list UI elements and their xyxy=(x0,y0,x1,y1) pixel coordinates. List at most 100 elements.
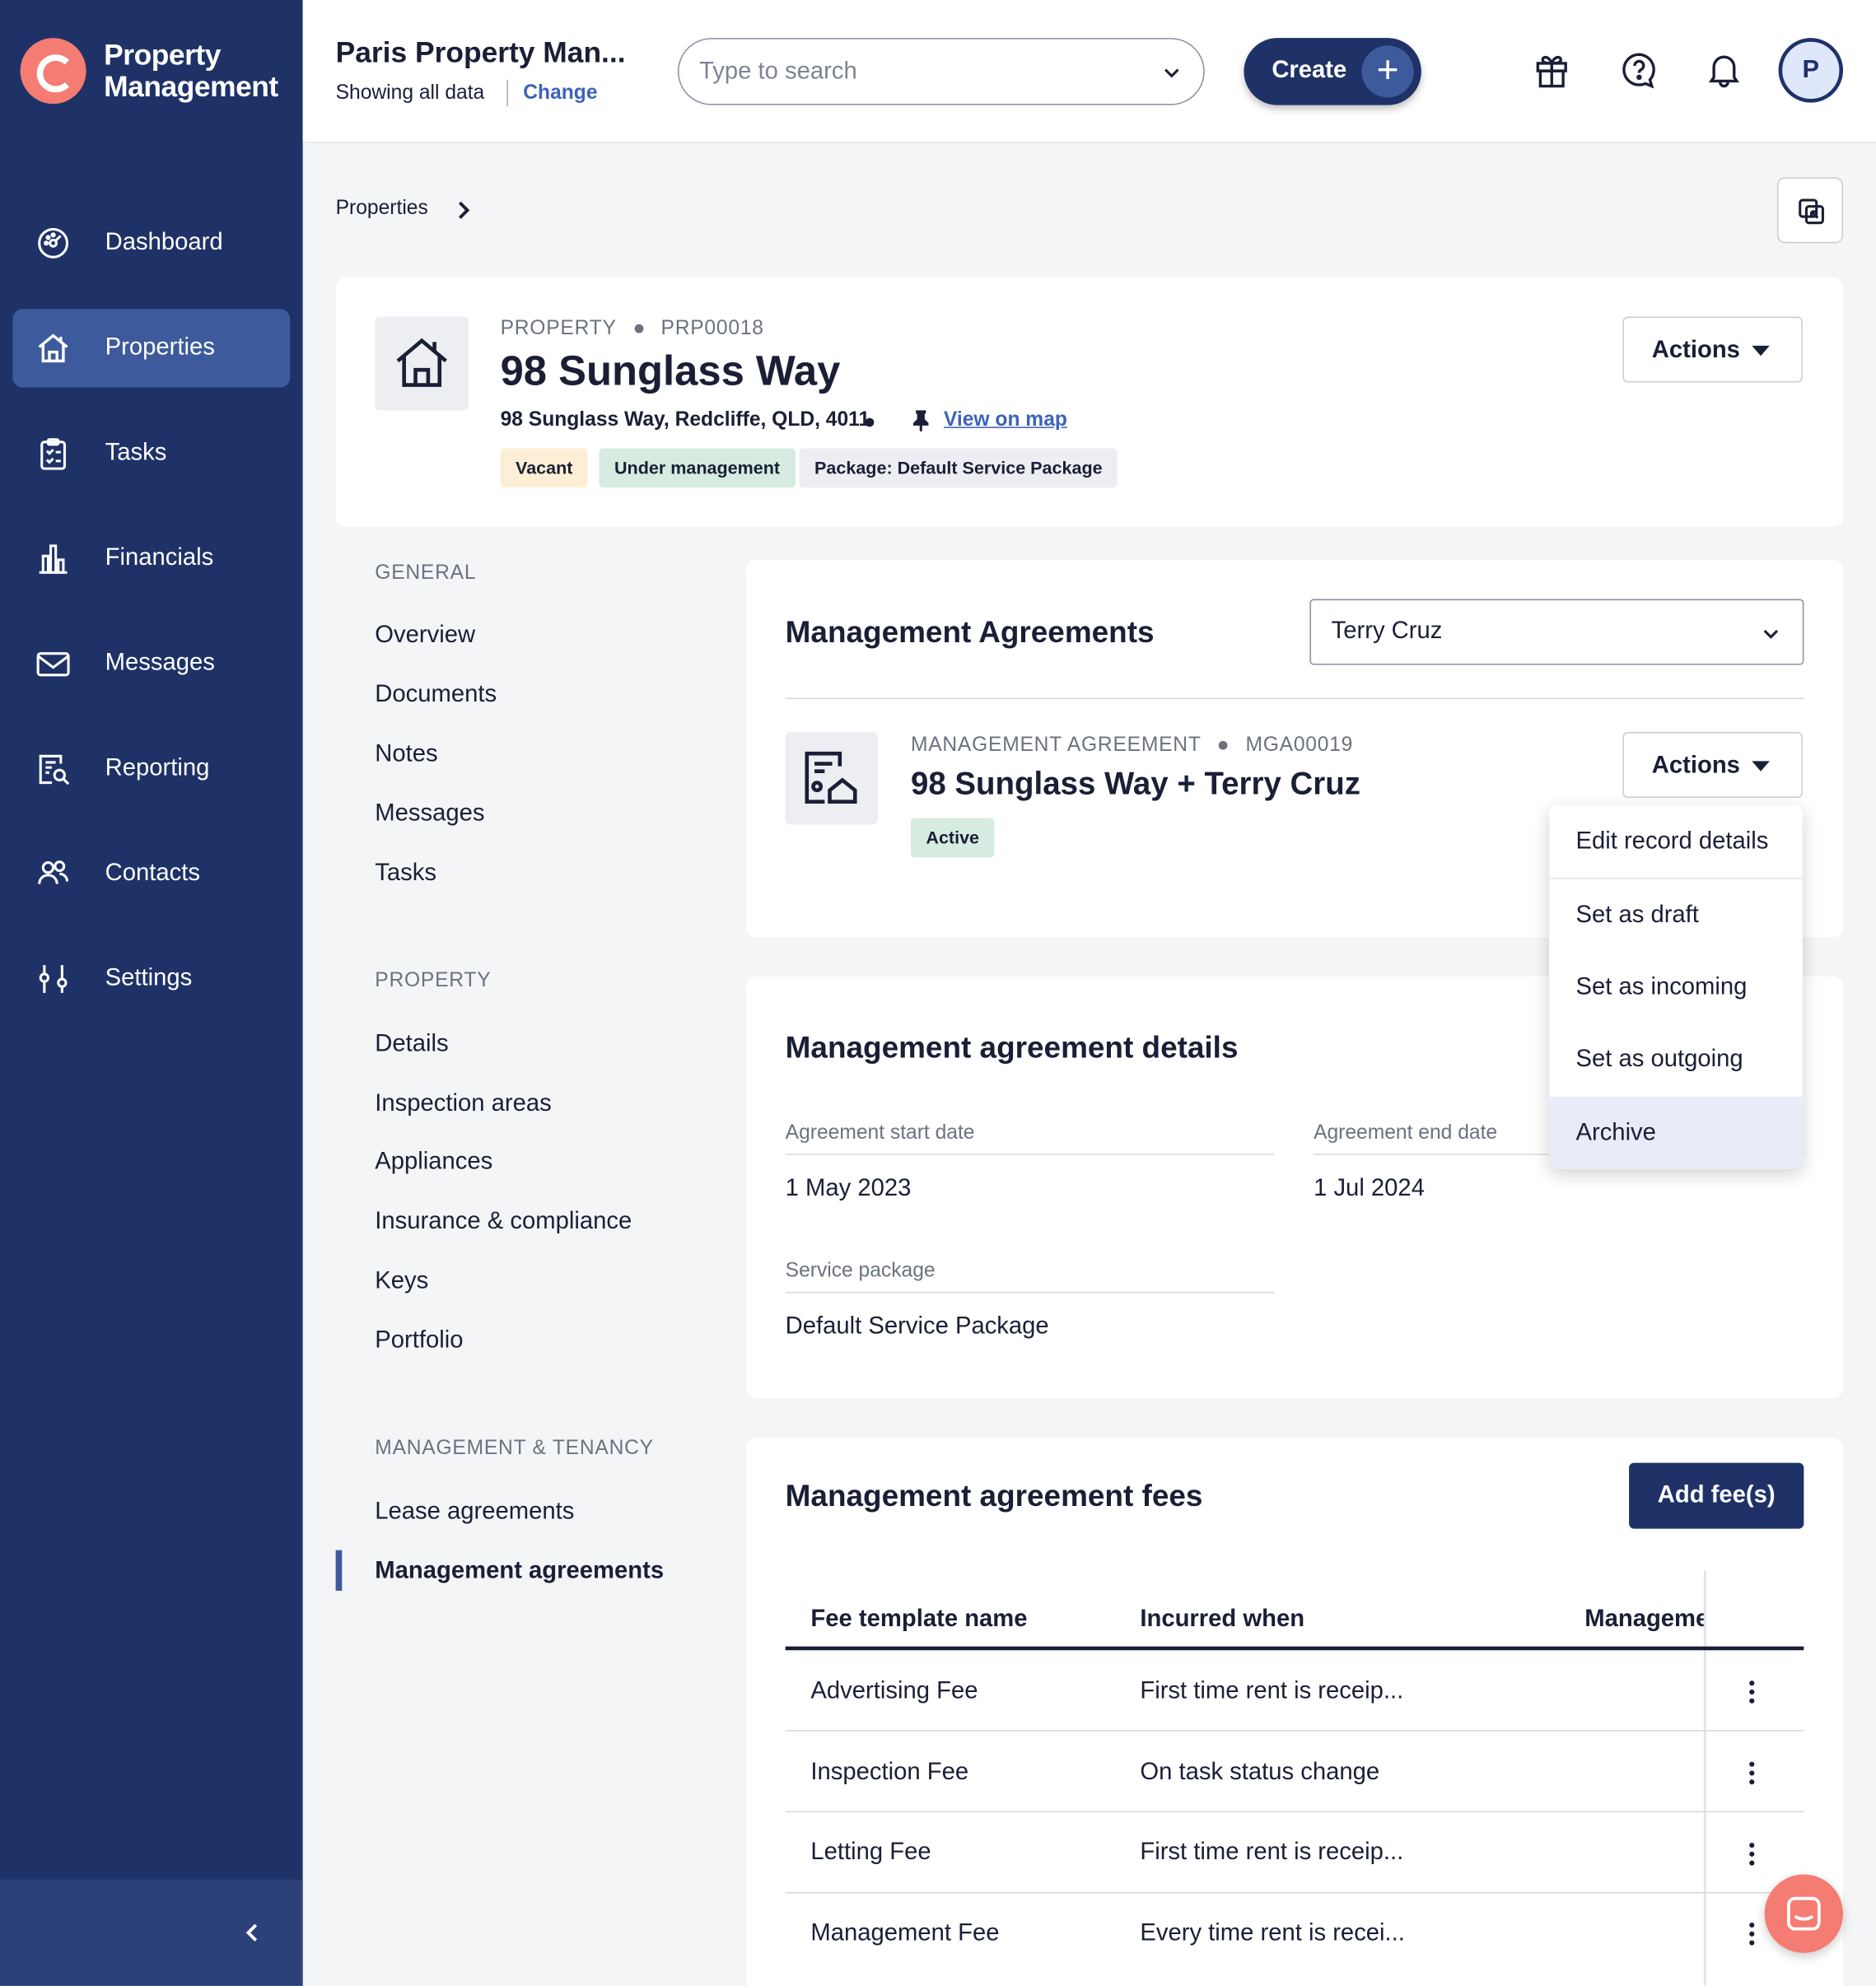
logo-mark-icon xyxy=(20,38,86,105)
sidebar-item-financials[interactable]: Financials xyxy=(12,520,290,598)
chevron-right-icon xyxy=(458,201,470,219)
subnav-item-insurance[interactable]: Insurance & compliance xyxy=(375,1208,632,1236)
sidebar-item-reporting[interactable]: Reporting xyxy=(12,730,290,808)
caret-down-icon xyxy=(1752,761,1770,772)
dashboard-icon xyxy=(38,227,69,259)
field-label: Agreement start date xyxy=(785,1121,975,1144)
house-icon xyxy=(38,333,68,363)
subnav-item-portfolio[interactable]: Portfolio xyxy=(375,1327,463,1355)
sidebar-item-label: Contacts xyxy=(105,860,201,887)
pin-icon xyxy=(913,410,929,432)
subnav-item-lease-agreements[interactable]: Lease agreements xyxy=(375,1499,574,1527)
sidebar-item-contacts[interactable]: Contacts xyxy=(12,835,290,913)
help-icon[interactable] xyxy=(1620,51,1658,89)
subnav-item-tasks[interactable]: Tasks xyxy=(375,860,436,888)
section-title: Management agreement fees xyxy=(785,1479,1203,1514)
column-header: Fee template name xyxy=(810,1606,1028,1633)
house-icon xyxy=(396,338,447,387)
menu-item-set-outgoing[interactable]: Set as outgoing xyxy=(1549,1023,1803,1096)
sidebar-item-properties[interactable]: Properties xyxy=(12,309,291,388)
property-actions-button[interactable]: Actions xyxy=(1622,316,1803,383)
agreement-actions-menu: Edit record details Set as draft Set as … xyxy=(1549,805,1803,1169)
fee-when: On task status change xyxy=(1140,1759,1380,1786)
property-header-card: PROPERTY PRP00018 98 Sunglass Way 98 Sung… xyxy=(335,277,1844,527)
row-menu-icon[interactable] xyxy=(1748,1922,1756,1948)
sidebar-item-tasks[interactable]: Tasks xyxy=(12,414,290,492)
row-menu-icon[interactable] xyxy=(1748,1843,1756,1868)
subnav-item-notes[interactable]: Notes xyxy=(375,741,437,769)
subnav-item-details[interactable]: Details xyxy=(375,1031,448,1059)
actions-label: Actions xyxy=(1651,337,1740,364)
chevron-down-icon xyxy=(1763,629,1779,639)
menu-item-edit-record[interactable]: Edit record details xyxy=(1549,805,1803,878)
create-button[interactable]: Create + xyxy=(1244,38,1421,105)
change-scope-link[interactable]: Change xyxy=(523,82,597,105)
agreement-icon-box xyxy=(785,732,878,825)
subnav-item-overview[interactable]: Overview xyxy=(375,622,475,650)
collapse-sidebar-button[interactable] xyxy=(0,1879,303,1986)
sidebar-item-label: Tasks xyxy=(105,439,167,467)
caret-down-icon xyxy=(1752,345,1770,357)
sidebar-item-label: Properties xyxy=(105,334,215,361)
chat-button[interactable] xyxy=(1764,1874,1844,1953)
menu-item-set-draft[interactable]: Set as draft xyxy=(1549,879,1803,951)
view-on-map-link[interactable]: View on map xyxy=(944,409,1067,432)
clipboard-icon xyxy=(40,438,66,470)
end-date-value: 1 Jul 2024 xyxy=(1314,1175,1425,1202)
sidebar-item-label: Settings xyxy=(105,965,193,992)
row-menu-icon[interactable] xyxy=(1748,1761,1756,1788)
owner-select[interactable]: Terry Cruz xyxy=(1309,599,1804,665)
envelope-icon xyxy=(36,652,70,677)
subnav-item-messages[interactable]: Messages xyxy=(375,800,484,828)
column-header: Manageme xyxy=(1584,1606,1704,1633)
fee-when: First time rent is receip... xyxy=(1140,1678,1404,1705)
package-badge: Package: Default Service Package xyxy=(799,448,1118,488)
header-underline xyxy=(785,1646,1804,1651)
agreement-eyebrow: MANAGEMENT AGREEMENT MGA00019 xyxy=(911,734,1353,758)
bell-icon[interactable] xyxy=(1705,51,1743,89)
subnav-item-inspection-areas[interactable]: Inspection areas xyxy=(375,1090,551,1118)
property-eyebrow: PROPERTY PRP00018 xyxy=(501,318,764,341)
top-bar: Paris Property Man... Showing all data C… xyxy=(302,0,1876,143)
fee-when: Every time rent is recei... xyxy=(1140,1919,1405,1947)
row-menu-icon[interactable] xyxy=(1748,1681,1756,1706)
app-name-line2: Management xyxy=(104,69,278,103)
subnav-heading-property: PROPERTY xyxy=(375,970,492,992)
sliders-icon xyxy=(39,965,68,993)
agreement-actions-button[interactable]: Actions xyxy=(1622,732,1803,799)
actions-label: Actions xyxy=(1651,752,1740,779)
app-name-line1: Property xyxy=(104,38,221,72)
record-type: MANAGEMENT AGREEMENT xyxy=(910,734,1202,757)
company-name: Paris Property Man... xyxy=(335,35,626,69)
subnav-item-management-agreements[interactable]: Management agreements xyxy=(375,1558,664,1586)
menu-item-archive[interactable]: Archive xyxy=(1549,1097,1803,1169)
subnav-item-keys[interactable]: Keys xyxy=(375,1268,428,1296)
search-input[interactable]: Type to search xyxy=(677,38,1205,105)
menu-item-set-incoming[interactable]: Set as incoming xyxy=(1549,951,1803,1023)
breadcrumb[interactable]: Properties xyxy=(336,198,428,221)
sidebar: Property Management Dashboard Properties… xyxy=(0,0,303,1986)
sidebar-item-label: Messages xyxy=(105,650,215,677)
divider xyxy=(785,697,1804,700)
gift-icon[interactable] xyxy=(1533,51,1570,89)
bar-chart-icon xyxy=(39,544,68,574)
sidebar-item-messages[interactable]: Messages xyxy=(12,624,290,702)
column-header: Incurred when xyxy=(1140,1606,1305,1633)
record-type: PROPERTY xyxy=(500,318,617,340)
add-fees-button[interactable]: Add fee(s) xyxy=(1629,1462,1804,1529)
divider xyxy=(506,79,508,107)
sidebar-item-dashboard[interactable]: Dashboard xyxy=(12,204,290,282)
avatar[interactable]: P xyxy=(1778,38,1844,103)
app-logo[interactable]: Property Management xyxy=(20,38,278,105)
subnav-item-documents[interactable]: Documents xyxy=(375,682,497,710)
plus-icon: + xyxy=(1361,45,1414,98)
field-label: Agreement end date xyxy=(1314,1121,1498,1144)
property-icon-box xyxy=(375,316,469,411)
section-title: Management Agreements xyxy=(785,615,1155,650)
create-label: Create xyxy=(1272,57,1347,84)
subnav-item-appliances[interactable]: Appliances xyxy=(375,1149,492,1177)
people-icon xyxy=(38,860,69,884)
open-in-new-window-button[interactable] xyxy=(1777,177,1844,244)
sidebar-item-settings[interactable]: Settings xyxy=(12,939,290,1018)
chat-icon xyxy=(1786,1896,1821,1931)
